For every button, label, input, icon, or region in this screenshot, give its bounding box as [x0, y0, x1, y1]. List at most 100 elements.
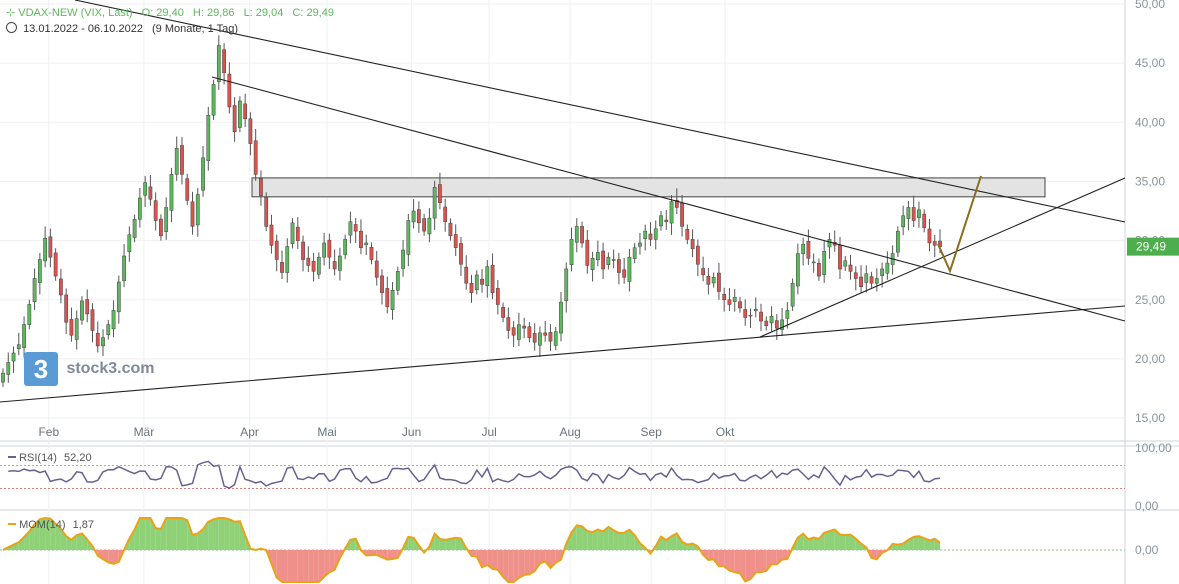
candle-body	[154, 201, 157, 221]
y-tick-label: 25,00	[1135, 293, 1165, 307]
mom-legend-label: MOM(14)	[19, 519, 65, 531]
mom-area-segment	[314, 550, 319, 582]
x-tick-label: Jun	[402, 425, 421, 439]
price-chart[interactable]: 15,0020,0025,0030,0035,0040,0045,0050,00…	[0, 0, 1179, 584]
candle-body	[686, 229, 689, 239]
chart-range: 13.01.2022 - 06.10.2022 (9 Monate, 1 Tag…	[6, 22, 238, 35]
candle-body	[617, 260, 620, 273]
mom-area-segment	[182, 518, 187, 550]
candle-body	[733, 297, 736, 301]
mom-area-segment	[745, 550, 750, 581]
mom-area-segment	[914, 536, 919, 550]
candle-body	[554, 332, 557, 346]
candle-body	[12, 353, 15, 361]
mom-area-segment	[308, 550, 313, 582]
candle-body	[917, 210, 920, 218]
mom-area-segment	[719, 550, 724, 566]
mom-area-segment	[235, 521, 240, 550]
rsi-tick-label: 100,00	[1135, 441, 1172, 455]
candle-body	[286, 247, 289, 273]
candle-body	[107, 325, 110, 335]
candle-body	[570, 239, 573, 264]
candle-body	[744, 309, 747, 317]
mom-area-segment	[493, 550, 498, 570]
candle-body	[565, 269, 568, 301]
candle-body	[670, 202, 673, 224]
candle-body	[433, 187, 436, 218]
candle-body	[65, 295, 68, 322]
candle-body	[359, 231, 362, 248]
candle-body	[786, 310, 789, 318]
candle-body	[312, 261, 315, 271]
close-value: C: 29,49	[292, 7, 334, 19]
candle-body	[817, 263, 820, 276]
clock-icon	[6, 22, 17, 33]
high-value: H: 29,86	[193, 7, 235, 19]
mom-area-segment	[156, 528, 161, 550]
mom-legend-value: 1,87	[73, 519, 94, 531]
mom-area-segment	[508, 550, 513, 582]
range-dates: 13.01.2022 - 06.10.2022	[23, 23, 143, 35]
candle-body	[723, 294, 726, 299]
mom-area-segment	[519, 550, 524, 578]
candle-body	[244, 104, 247, 119]
candle-body	[33, 278, 36, 301]
candle-body	[454, 234, 457, 247]
candle-body	[628, 257, 631, 281]
candle-body	[470, 283, 473, 292]
candle-body	[717, 273, 720, 291]
mom-area-segment	[756, 550, 761, 572]
candle-body	[880, 269, 883, 276]
candle-body	[391, 290, 394, 309]
candle-body	[775, 321, 778, 329]
candle-body	[254, 141, 257, 175]
mom-area-segment	[224, 518, 229, 550]
rsi-panel: 100,000,00	[0, 441, 1172, 513]
trendline-mid-resistance	[212, 77, 1125, 321]
candle-body	[838, 245, 841, 269]
candle-body	[738, 302, 741, 308]
momentum-panel: 0,00	[0, 518, 1159, 582]
candle-body	[644, 231, 647, 239]
candle-body	[823, 251, 826, 274]
candle-body	[91, 310, 94, 331]
candle-body	[449, 223, 452, 236]
candle-body	[933, 242, 936, 246]
rsi-legend: RSI(14) 52,20	[8, 452, 92, 464]
mom-area-segment	[171, 518, 176, 550]
x-tick-label: Mär	[134, 425, 155, 439]
candle-body	[680, 203, 683, 226]
candle-body	[7, 362, 10, 374]
candle-body	[249, 119, 252, 144]
mom-area-segment	[408, 537, 413, 550]
candle-body	[144, 183, 147, 196]
candle-body	[317, 257, 320, 274]
candle-body	[623, 270, 626, 278]
instrument-name: VDAX-NEW (VIX, Last)	[18, 7, 132, 19]
candle-body	[796, 254, 799, 286]
mom-area-segment	[177, 518, 182, 550]
candle-body	[259, 179, 262, 196]
candle-body	[896, 231, 899, 252]
mom-area-segment	[166, 518, 171, 550]
last-price-badge: 29,49	[1127, 238, 1179, 256]
mom-area-segment	[450, 538, 455, 550]
mom-area-segment	[577, 525, 582, 550]
candle-body	[654, 229, 657, 240]
y-tick-label: 40,00	[1135, 115, 1165, 129]
candle-body	[523, 326, 526, 328]
candle-body	[412, 211, 415, 222]
candle-body	[49, 237, 52, 257]
mom-area-segment	[303, 550, 308, 582]
candle-body	[380, 276, 383, 293]
candle-body	[186, 179, 189, 201]
mom-area-segment	[214, 518, 219, 550]
candle-body	[496, 288, 499, 304]
candle-body	[580, 226, 583, 243]
stock3-logo: 3 stock3.com	[24, 352, 155, 386]
candle-body	[86, 300, 89, 314]
mom-legend: MOM(14) 1,87	[8, 519, 94, 531]
candle-body	[870, 277, 873, 284]
candle-body	[38, 260, 41, 283]
candle-body	[122, 256, 125, 281]
